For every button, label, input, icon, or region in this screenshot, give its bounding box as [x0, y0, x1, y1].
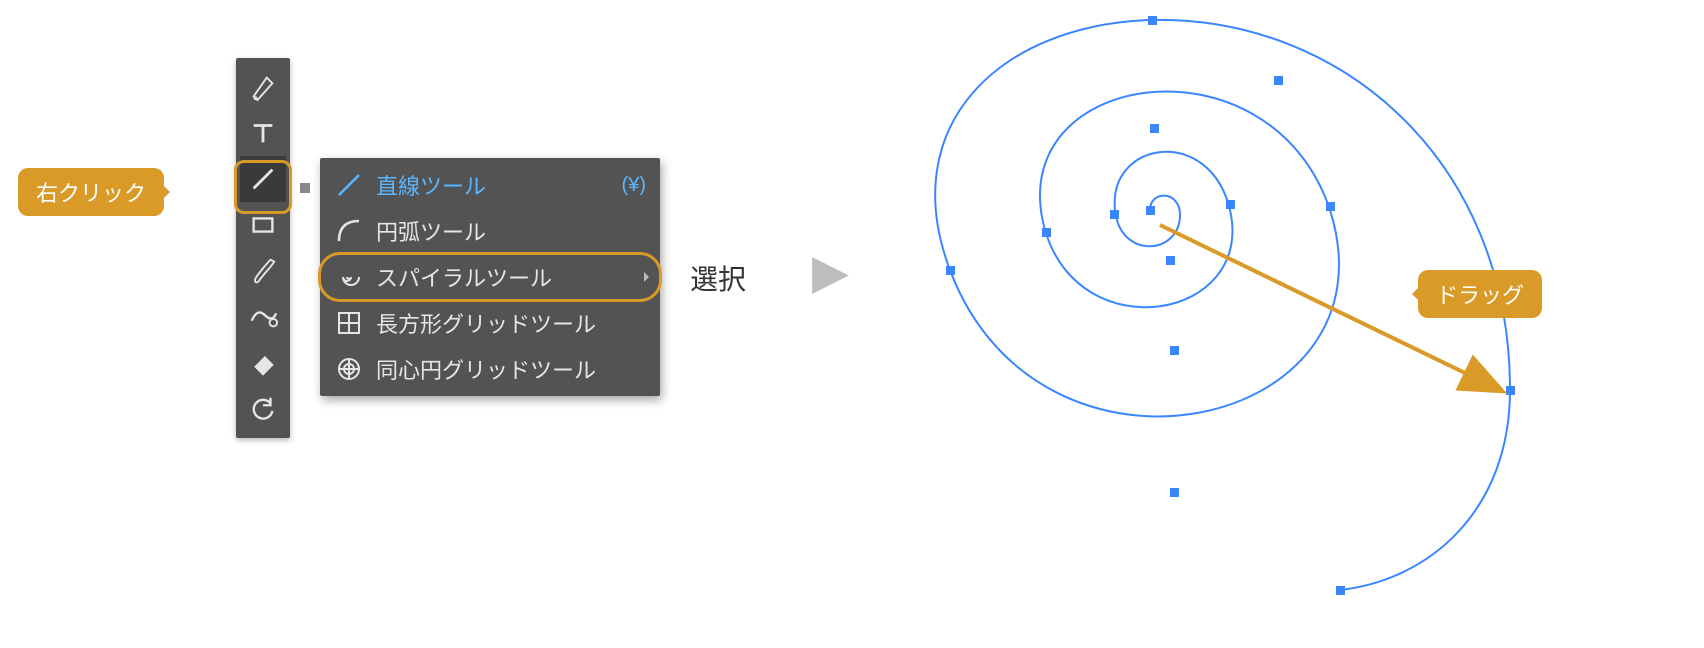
spiral-canvas[interactable] [870, 10, 1570, 630]
drag-callout: ドラッグ [1418, 270, 1542, 318]
select-label: 選択 [690, 258, 746, 298]
tools-panel [236, 58, 290, 438]
eraser-tool-icon [248, 348, 278, 378]
arrow-right-icon: ▶ [812, 244, 849, 300]
flyout-item-label: 長方形グリッドツール [376, 307, 596, 339]
flyout-item-label: 同心円グリッドツール [376, 353, 596, 385]
pen-tool-icon [248, 72, 278, 102]
type-tool-icon [248, 118, 278, 148]
spiral-drawing [870, 10, 1570, 630]
flyout-item-label: スパイラルツール [376, 261, 552, 293]
flyout-item-label: 円弧ツール [376, 215, 486, 247]
rotate-tool[interactable] [240, 386, 286, 432]
arc-icon [334, 216, 364, 246]
flyout-item-label: 直線ツール [376, 169, 486, 201]
flyout-line-tool[interactable]: 直線ツール (¥) [320, 162, 660, 208]
paintbrush-tool-icon [248, 256, 278, 286]
rotate-tool-icon [248, 394, 278, 424]
flyout-item-shortcut: (¥) [622, 174, 646, 197]
line-segment-tool-icon [248, 164, 278, 194]
flyout-spiral-tool[interactable]: スパイラルツール [320, 254, 660, 300]
eraser-tool[interactable] [240, 340, 286, 386]
pen-tool[interactable] [240, 64, 286, 110]
polar-grid-icon [334, 354, 364, 384]
flyout-polar-grid-tool[interactable]: 同心円グリッドツール [320, 346, 660, 392]
shaper-tool-icon [248, 302, 278, 332]
flyout-arc-tool[interactable]: 円弧ツール [320, 208, 660, 254]
submenu-indicator-icon [644, 272, 654, 282]
line-icon [334, 170, 364, 200]
type-tool[interactable] [240, 110, 286, 156]
flyout-anchor-square [300, 183, 310, 193]
rectangle-tool[interactable] [240, 202, 286, 248]
spiral-icon [334, 262, 364, 292]
right-click-callout: 右クリック [18, 168, 164, 216]
line-segment-tool[interactable] [240, 156, 286, 202]
shaper-tool[interactable] [240, 294, 286, 340]
rectangle-tool-icon [248, 210, 278, 240]
flyout-rect-grid-tool[interactable]: 長方形グリッドツール [320, 300, 660, 346]
paintbrush-tool[interactable] [240, 248, 286, 294]
line-tool-flyout: 直線ツール (¥) 円弧ツール スパイラルツール 長方形グリッドツール 同心円グ… [320, 158, 660, 396]
rect-grid-icon [334, 308, 364, 338]
